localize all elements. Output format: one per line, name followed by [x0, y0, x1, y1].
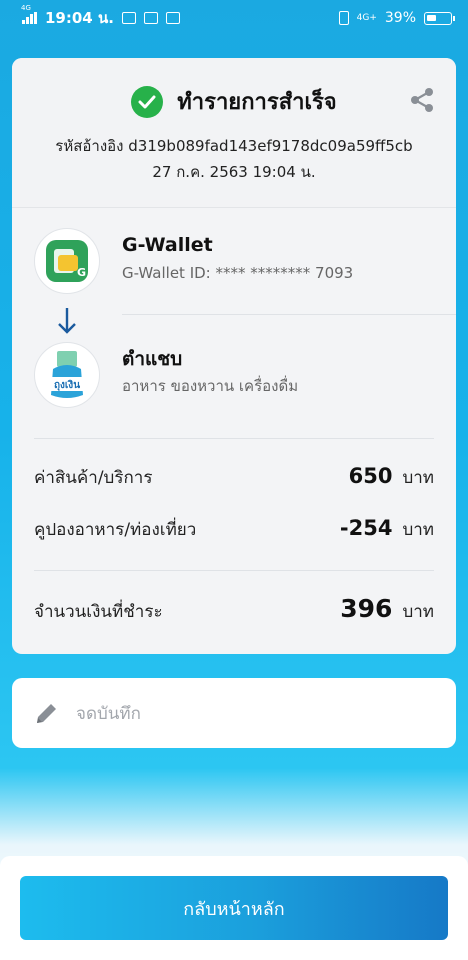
currency-unit: บาท [402, 468, 434, 488]
battery-percent: 39% [384, 10, 416, 26]
coupon-value: -254 [339, 516, 393, 540]
total-label: จำนวนเงินที่ชำระ [34, 602, 163, 622]
signal-icon: 4G [21, 4, 37, 24]
total-value: 396 [340, 594, 393, 623]
reference-label: รหัสอ้างอิง [55, 137, 124, 155]
note-field[interactable]: จดบันทึก [12, 678, 456, 748]
divider [34, 570, 434, 571]
receipt-card: ทำรายการสำเร็จ รหัสอ้างอิง d319b089fad14… [12, 58, 456, 654]
reference-line: รหัสอ้างอิง d319b089fad143ef9178dc09a59f… [12, 134, 456, 158]
to-detail: อาหาร ของหวาน เครื่องดื่ม [122, 377, 299, 395]
transaction-datetime: 27 ก.ค. 2563 19:04 น. [152, 163, 316, 181]
from-name: G-Wallet [122, 234, 213, 256]
bottom-panel: กลับหน้าหลัก [0, 856, 468, 960]
total-row: จำนวนเงินที่ชำระ 396 บาท [34, 594, 434, 625]
vibrate-icon [338, 11, 349, 25]
divider [122, 314, 456, 315]
coupon-row: คูปองอาหาร/ท่องเที่ยว -254 บาท [34, 516, 434, 543]
note-placeholder: จดบันทึก [76, 703, 141, 724]
mail-icon [143, 12, 158, 24]
network-label: 4G+ [356, 13, 377, 23]
currency-unit: บาท [402, 602, 434, 622]
divider [34, 438, 434, 439]
merchant-logo: ถุงเงิน [34, 342, 100, 408]
back-home-button[interactable]: กลับหน้าหลัก [20, 876, 448, 940]
pencil-icon [37, 704, 56, 723]
merchant-logo-text: ถุงเงิน [54, 379, 80, 391]
share-icon[interactable] [408, 86, 436, 114]
status-time: 19:04 น. [45, 9, 114, 27]
success-check-icon [131, 85, 164, 118]
coupon-label: คูปองอาหาร/ท่องเที่ยว [34, 520, 197, 540]
item-price-value: 650 [348, 464, 393, 488]
g-wallet-icon: G [46, 240, 88, 282]
g-wallet-logo: G [34, 228, 100, 294]
mail-icon [165, 12, 180, 24]
page-title: ทำรายการสำเร็จ [177, 90, 337, 115]
to-name: ตำแชบ [122, 348, 183, 370]
receipt-header: ทำรายการสำเร็จ รหัสอ้างอิง d319b089fad14… [12, 58, 456, 208]
reference-id: d319b089fad143ef9178dc09a59ff5cb [128, 137, 413, 155]
item-price-label: ค่าสินค้า/บริการ [34, 468, 153, 488]
item-price-row: ค่าสินค้า/บริการ 650 บาท [34, 464, 434, 491]
notification-icon [121, 12, 136, 24]
currency-unit: บาท [402, 520, 434, 540]
status-bar: 4G 19:04 น. 4G+ 39% [0, 0, 468, 36]
arrow-down-icon [58, 308, 76, 334]
from-detail: G-Wallet ID: **** ******** 7093 [122, 264, 354, 282]
battery-icon [424, 11, 455, 25]
svg-text:G: G [77, 266, 86, 279]
thung-ngoen-icon: ถุงเงิน [45, 351, 89, 398]
